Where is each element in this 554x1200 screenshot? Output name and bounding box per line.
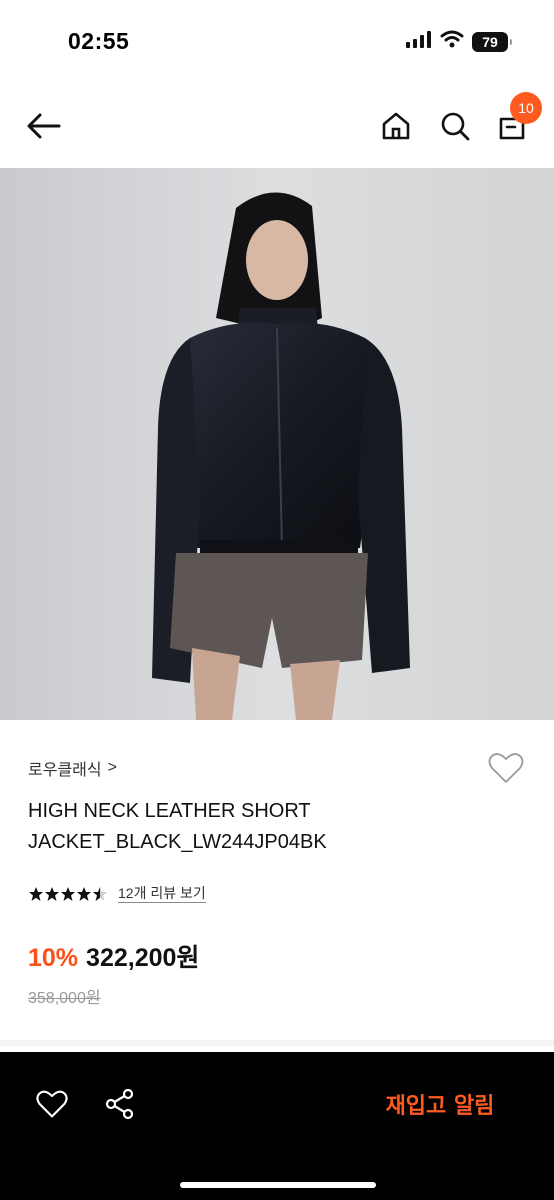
home-button[interactable] — [376, 106, 416, 146]
rating-stars — [28, 886, 108, 902]
wishlist-button[interactable] — [486, 748, 526, 788]
review-link[interactable]: 12개 리뷰 보기 — [118, 884, 206, 903]
star-rating-icon — [29, 886, 107, 901]
discount-rate: 10% — [28, 944, 79, 972]
search-button[interactable] — [435, 106, 475, 146]
wifi-icon — [440, 30, 464, 53]
like-button[interactable] — [32, 1084, 72, 1124]
cart-count-badge: 10 — [510, 92, 542, 124]
signal-icon — [406, 30, 432, 53]
battery-icon: 79 — [472, 31, 512, 52]
product-image[interactable] — [0, 168, 554, 720]
sale-price: 322,200원 — [86, 944, 200, 972]
heart-icon — [488, 753, 524, 783]
original-price: 358,000원 — [28, 990, 101, 1007]
model-photo — [0, 168, 554, 720]
brand-name: 로우클래식 — [28, 762, 102, 779]
status-icons: 79 — [406, 30, 512, 53]
heart-icon — [36, 1090, 68, 1118]
chevron-right-icon: > — [107, 759, 117, 776]
status-bar: 02:55 79 — [0, 0, 554, 84]
share-icon — [105, 1088, 134, 1120]
section-divider — [0, 1040, 554, 1046]
restock-alert-button[interactable]: 재입고 알림 — [370, 1082, 510, 1126]
nav-bar — [0, 84, 554, 168]
search-icon — [441, 112, 470, 141]
price-row: 10% 322,200원 — [28, 938, 199, 974]
share-button[interactable] — [100, 1084, 140, 1124]
arrow-left-icon — [27, 113, 61, 139]
status-time: 02:55 — [68, 28, 130, 54]
rating-row: 12개 리뷰 보기 — [28, 884, 206, 903]
product-title: HIGH NECK LEATHER SHORT JACKET_BLACK_LW2… — [28, 800, 327, 853]
brand-link[interactable]: 로우클래식 > — [28, 756, 117, 780]
back-button[interactable] — [24, 106, 64, 146]
bottom-action-bar: 재입고 알림 — [0, 1052, 554, 1200]
home-indicator — [180, 1182, 376, 1188]
home-icon — [382, 112, 410, 140]
